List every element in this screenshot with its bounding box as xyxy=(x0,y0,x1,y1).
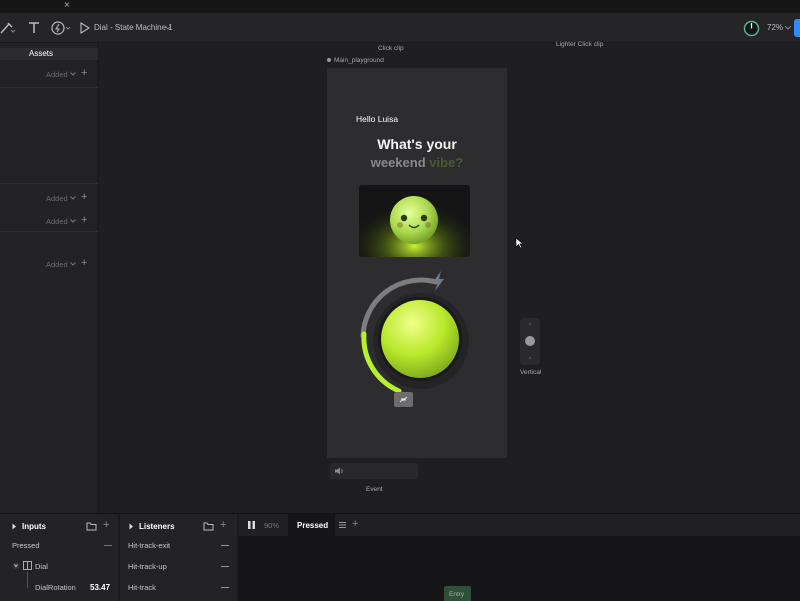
mood-face-image xyxy=(359,185,470,257)
inputs-title: Inputs xyxy=(22,522,46,531)
tree-line xyxy=(27,572,28,588)
entry-node[interactable]: Entry xyxy=(444,586,471,601)
speaker-icon xyxy=(335,467,343,475)
window-top-strip: × xyxy=(0,0,800,13)
headline-line1: What's your xyxy=(377,136,457,152)
lightning-icon xyxy=(433,271,444,291)
expand-arrow-icon[interactable] xyxy=(12,562,20,570)
listeners-panel: Listeners + Hit-track-exit Hit-track-up … xyxy=(120,514,237,601)
input-pressed-toggle[interactable] xyxy=(104,545,112,546)
breadcrumb[interactable]: Dial - State Machine 1 xyxy=(94,23,173,32)
vertical-slider[interactable] xyxy=(520,318,540,365)
chevron-down-icon[interactable] xyxy=(70,262,76,267)
vertical-label[interactable]: Vertical xyxy=(520,369,541,376)
input-pressed[interactable]: Pressed xyxy=(12,541,40,550)
assets-panel: Assets Added + Added + Added + Added + xyxy=(0,43,98,513)
input-dial[interactable]: Dial xyxy=(35,562,48,571)
slider-thumb[interactable] xyxy=(525,336,535,346)
collapse-arrow-icon[interactable] xyxy=(12,523,17,530)
tab-pressed-label: Pressed xyxy=(297,521,329,530)
headline-line2: weekend vibe? xyxy=(327,155,507,170)
slider-tick xyxy=(529,357,531,359)
add-asset-icon[interactable]: + xyxy=(81,68,87,79)
folder-icon[interactable] xyxy=(86,521,97,531)
remove-listener-icon[interactable] xyxy=(221,545,229,546)
headline-vibe: vibe? xyxy=(429,155,464,170)
asset-status[interactable]: Added xyxy=(46,194,68,203)
move-arrows-icon xyxy=(399,396,408,403)
state-graph[interactable]: Entry xyxy=(239,536,800,601)
pen-tool-icon[interactable] xyxy=(0,21,16,35)
divider xyxy=(0,87,98,88)
inputs-panel: Inputs + Pressed Dial DialRotation 53.47 xyxy=(0,514,118,601)
chevron-down-icon[interactable] xyxy=(70,72,76,77)
add-asset-icon[interactable]: + xyxy=(81,258,87,269)
listeners-title: Listeners xyxy=(139,522,175,531)
group-icon xyxy=(23,561,32,570)
close-tab-icon[interactable]: × xyxy=(64,0,70,11)
zoom-chevron-icon[interactable] xyxy=(784,25,792,31)
remove-listener-icon[interactable] xyxy=(221,566,229,567)
list-icon[interactable] xyxy=(338,521,347,529)
add-tab-icon[interactable]: + xyxy=(352,519,358,530)
asset-status[interactable]: Added xyxy=(46,217,68,226)
play-icon[interactable] xyxy=(80,22,90,34)
event-label[interactable]: Event xyxy=(366,486,383,493)
chevron-down-icon[interactable] xyxy=(70,219,76,224)
collapse-arrow-icon[interactable] xyxy=(129,523,134,530)
artboard-dot-icon xyxy=(327,58,331,62)
text-tool-icon[interactable] xyxy=(27,21,41,35)
slider-tick xyxy=(529,323,531,325)
playback-speed[interactable]: 90% xyxy=(264,521,279,530)
entry-node-label: Entry xyxy=(449,591,465,598)
artboard-name[interactable]: Main_playground xyxy=(334,57,384,64)
input-dial-rotation[interactable]: DialRotation xyxy=(35,583,76,592)
artboard[interactable]: Hello Luisa What's your weekend vibe? xyxy=(327,68,507,458)
rotation-dial[interactable] xyxy=(351,268,481,413)
assets-header: Assets xyxy=(0,48,98,60)
add-listener-icon[interactable]: + xyxy=(220,520,226,531)
bottom-panel: Inputs + Pressed Dial DialRotation 53.47… xyxy=(0,513,800,601)
lighter-click-clip-label[interactable]: Lighter Click clip xyxy=(556,41,603,48)
remove-listener-icon[interactable] xyxy=(221,587,229,588)
mouse-cursor-icon xyxy=(515,237,524,249)
pause-icon[interactable] xyxy=(247,520,256,530)
add-input-icon[interactable]: + xyxy=(103,520,109,531)
greeting-text: Hello Luisa xyxy=(356,114,399,124)
divider xyxy=(0,231,98,232)
listener-item[interactable]: Hit-track xyxy=(128,583,156,592)
zoom-level[interactable]: 72% xyxy=(767,23,783,32)
headline-weekend: weekend xyxy=(370,155,426,170)
chevron-down-icon[interactable] xyxy=(164,25,172,31)
dial-rotation-value[interactable]: 53.47 xyxy=(90,583,110,592)
share-button[interactable] xyxy=(794,19,800,37)
event-widget[interactable] xyxy=(330,463,418,479)
listener-item[interactable]: Hit-track-up xyxy=(128,562,167,571)
add-asset-icon[interactable]: + xyxy=(81,192,87,203)
asset-status[interactable]: Added xyxy=(46,70,68,79)
tab-pressed[interactable]: Pressed xyxy=(288,514,335,536)
listener-item[interactable]: Hit-track-exit xyxy=(128,541,170,550)
timeline-header: 90% Pressed + xyxy=(239,514,800,536)
click-clip-label[interactable]: Click clip xyxy=(378,45,404,52)
toolbar: Dial - State Machine 1 72% xyxy=(0,13,800,43)
add-asset-icon[interactable]: + xyxy=(81,215,87,226)
chevron-down-icon[interactable] xyxy=(70,196,76,201)
folder-icon[interactable] xyxy=(203,521,214,531)
assets-title: Assets xyxy=(29,49,54,58)
dial-handle[interactable] xyxy=(394,392,413,407)
divider xyxy=(0,183,98,184)
bolt-tool-icon[interactable] xyxy=(51,20,73,36)
asset-status[interactable]: Added xyxy=(46,260,68,269)
playback-dial-icon[interactable] xyxy=(743,20,760,37)
